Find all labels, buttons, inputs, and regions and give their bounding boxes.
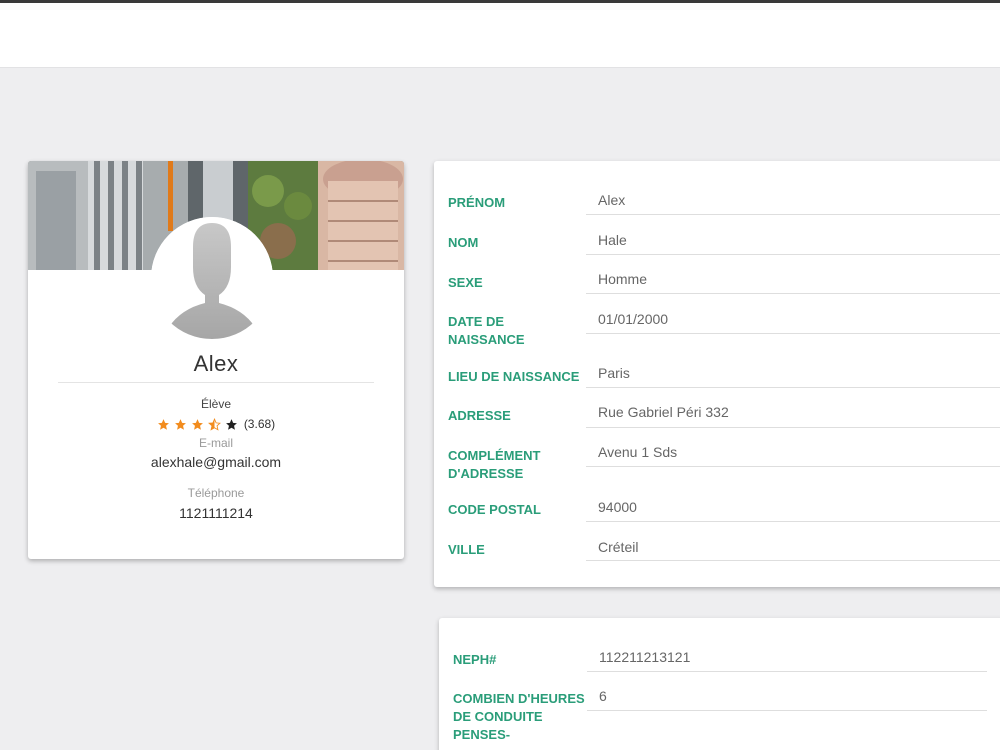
field-underline [586, 521, 1000, 522]
field-label-lieu-naissance: LIEU DE NAISSANCE [448, 369, 580, 384]
phone-value[interactable]: 1121111214 [28, 505, 404, 521]
personal-info-card: PRÉNOM Alex NOM Hale SEXE Homme DATE DE … [434, 161, 1000, 587]
field-underline [587, 671, 987, 672]
field-value-prenom[interactable]: Alex [598, 191, 625, 209]
divider [58, 382, 374, 383]
field-underline [586, 560, 1000, 561]
field-label-ville: VILLE [448, 542, 485, 557]
field-underline [586, 387, 1000, 388]
field-label-prenom: PRÉNOM [448, 195, 506, 210]
field-value-lieu-naissance[interactable]: Paris [598, 364, 630, 382]
field-underline [587, 710, 987, 711]
field-value-complement-adresse[interactable]: Avenu 1 Sds [598, 443, 677, 461]
field-label-neph: NEPH# [453, 652, 497, 667]
profile-name: Alex [193, 351, 239, 376]
star-half-icon [207, 417, 221, 431]
star-full-icon [157, 418, 169, 430]
rating: (3.68) [28, 415, 404, 433]
field-underline [586, 214, 1000, 215]
email-label: E-mail [198, 436, 233, 450]
field-value-date-naissance[interactable]: 01/01/2000 [598, 310, 668, 328]
field-label-complement-adresse: COMPLÉMENT D'ADRESSE [448, 448, 541, 481]
field-value-ville[interactable]: Créteil [598, 538, 638, 556]
avatar [151, 217, 273, 339]
field-value-sexe[interactable]: Homme [598, 270, 647, 288]
field-value-heures-conduite[interactable]: 6 [599, 687, 607, 705]
field-value-nom[interactable]: Hale [598, 231, 627, 249]
field-label-nom: NOM [448, 235, 479, 250]
profile-card: Alex Élève (3.68) E-mail alexhale@gmail.… [28, 161, 404, 559]
field-underline [586, 427, 1000, 428]
email-value[interactable]: alexhale@gmail.com [28, 454, 404, 470]
field-label-sexe: SEXE [448, 275, 483, 290]
license-info-card: NEPH# 112211213121 COMBIEN D'HEURES DE C… [439, 618, 1000, 750]
rating-value: (3.68) [243, 417, 276, 431]
field-underline [586, 293, 1000, 294]
phone-label: Téléphone [187, 486, 245, 500]
field-label-heures-conduite: COMBIEN D'HEURES DE CONDUITE PENSES- [453, 691, 585, 742]
star-full-icon [191, 418, 203, 430]
field-underline [586, 254, 1000, 255]
star-empty-icon [225, 418, 237, 430]
field-value-neph[interactable]: 112211213121 [599, 648, 690, 666]
field-underline [586, 466, 1000, 467]
star-full-icon [174, 418, 186, 430]
field-label-date-naissance: DATE DE NAISSANCE [448, 314, 525, 347]
field-value-code-postal[interactable]: 94000 [598, 498, 637, 516]
top-navbar [0, 0, 1000, 68]
field-label-adresse: ADRESSE [448, 408, 511, 423]
profile-role: Élève [200, 397, 232, 411]
field-label-code-postal: CODE POSTAL [448, 502, 541, 517]
field-value-adresse[interactable]: Rue Gabriel Péri 332 [598, 403, 729, 421]
field-underline [586, 333, 1000, 334]
